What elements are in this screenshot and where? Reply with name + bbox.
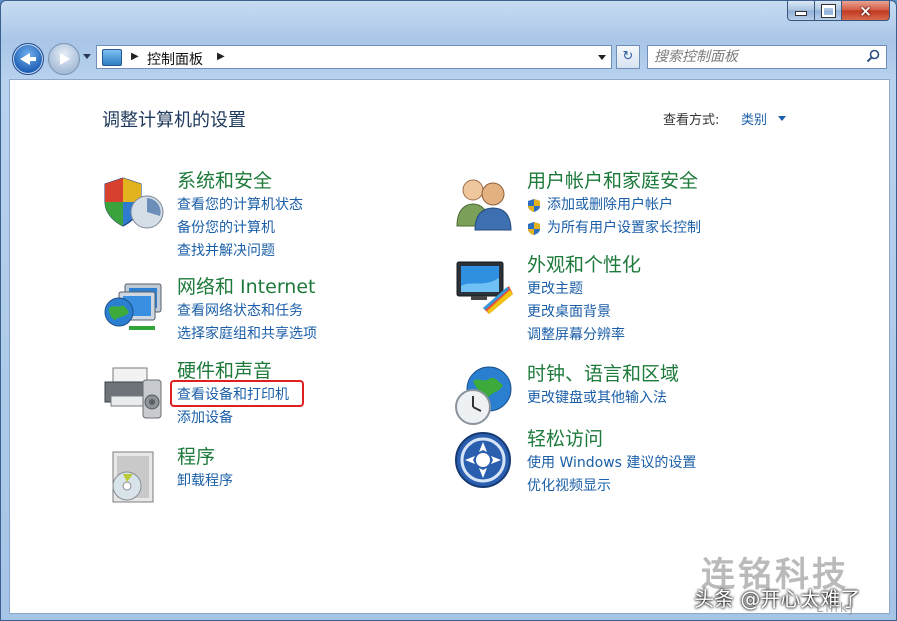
- link-add-device[interactable]: 添加设备: [177, 407, 289, 430]
- minimize-icon: [795, 11, 807, 16]
- address-bar[interactable]: ▶ 控制面板 ▶: [96, 45, 612, 69]
- link-windows-recommended[interactable]: 使用 Windows 建议的设置: [527, 452, 696, 475]
- control-panel-window: × ▶ 控制面板 ▶ ↻ 调整计算机的设置 查看方式: 类别: [0, 0, 897, 621]
- link-change-theme[interactable]: 更改主题: [527, 278, 625, 301]
- red-highlight-box: [170, 380, 304, 407]
- link-view-computer-status[interactable]: 查看您的计算机状态: [177, 194, 303, 217]
- recent-pages-dropdown[interactable]: [83, 54, 91, 59]
- uac-shield-icon: [528, 222, 540, 235]
- breadcrumb-chevron-icon[interactable]: ▶: [217, 51, 225, 62]
- shield-icon[interactable]: [103, 172, 165, 234]
- link-text[interactable]: 为所有用户设置家长控制: [547, 220, 701, 236]
- control-panel-icon: [102, 49, 122, 66]
- category-title-user-accounts[interactable]: 用户帐户和家庭安全: [527, 166, 698, 193]
- search-input[interactable]: [654, 48, 854, 66]
- close-button[interactable]: ×: [842, 1, 890, 21]
- watermark-logo-text: Lmkj: [816, 601, 856, 616]
- link-text[interactable]: 添加或删除用户帐户: [547, 197, 673, 213]
- minimize-button[interactable]: [787, 1, 815, 21]
- link-adjust-resolution[interactable]: 调整屏幕分辨率: [527, 324, 625, 347]
- link-uninstall-program[interactable]: 卸载程序: [177, 470, 233, 493]
- main-content: 调整计算机的设置 查看方式: 类别 系统和安全 查看您的计算机状态 备份您的计算…: [9, 79, 890, 614]
- category-title-hardware-sound[interactable]: 硬件和声音: [177, 356, 272, 383]
- monitor-palette-icon[interactable]: [453, 256, 515, 318]
- navigation-bar: ▶ 控制面板 ▶ ↻: [1, 37, 896, 79]
- users-icon[interactable]: [453, 172, 515, 234]
- maximize-icon: [820, 3, 836, 18]
- link-change-keyboard[interactable]: 更改键盘或其他输入法: [527, 387, 667, 410]
- breadcrumb-control-panel[interactable]: 控制面板: [147, 49, 203, 69]
- link-view-network-status[interactable]: 查看网络状态和任务: [177, 300, 317, 323]
- category-links: 查看您的计算机状态 备份您的计算机 查找并解决问题: [177, 194, 303, 263]
- link-change-background[interactable]: 更改桌面背景: [527, 301, 625, 324]
- search-icon[interactable]: [866, 49, 880, 63]
- network-globe-icon[interactable]: [103, 278, 165, 340]
- view-by-dropdown[interactable]: 类别: [741, 109, 767, 128]
- search-box[interactable]: [647, 45, 887, 69]
- link-parental-controls[interactable]: 为所有用户设置家长控制: [527, 217, 701, 240]
- category-links: 添加或删除用户帐户 为所有用户设置家长控制: [527, 194, 701, 240]
- close-icon: ×: [859, 1, 872, 20]
- link-optimize-display[interactable]: 优化视频显示: [527, 475, 696, 498]
- category-links: 卸载程序: [177, 470, 233, 493]
- link-find-fix-problems[interactable]: 查找并解决问题: [177, 240, 303, 263]
- caption-buttons: ×: [787, 1, 890, 21]
- page-title: 调整计算机的设置: [102, 110, 246, 131]
- back-button[interactable]: [12, 43, 44, 75]
- category-title-system-security[interactable]: 系统和安全: [177, 166, 272, 193]
- category-links: 查看网络状态和任务 选择家庭组和共享选项: [177, 300, 317, 346]
- link-add-remove-accounts[interactable]: 添加或删除用户帐户: [527, 194, 701, 217]
- category-title-programs[interactable]: 程序: [177, 442, 215, 469]
- category-title-ease-of-access[interactable]: 轻松访问: [527, 424, 603, 451]
- category-links: 使用 Windows 建议的设置 优化视频显示: [527, 452, 696, 498]
- address-dropdown-icon[interactable]: [598, 55, 606, 60]
- category-links: 更改键盘或其他输入法: [527, 387, 667, 410]
- category-title-clock-language-region[interactable]: 时钟、语言和区域: [527, 359, 679, 386]
- category-title-network-internet[interactable]: 网络和 Internet: [177, 272, 315, 299]
- ease-of-access-icon[interactable]: [453, 430, 515, 492]
- view-by-label: 查看方式:: [663, 113, 720, 128]
- forward-button[interactable]: [48, 43, 80, 75]
- category-title-appearance[interactable]: 外观和个性化: [527, 250, 641, 277]
- refresh-button[interactable]: ↻: [616, 45, 640, 69]
- link-homegroup-sharing[interactable]: 选择家庭组和共享选项: [177, 323, 317, 346]
- uac-shield-icon: [528, 199, 540, 212]
- chevron-down-icon[interactable]: [778, 116, 786, 121]
- maximize-button[interactable]: [815, 1, 842, 21]
- category-links: 更改主题 更改桌面背景 调整屏幕分辨率: [527, 278, 625, 347]
- globe-clock-icon[interactable]: [453, 365, 515, 427]
- link-backup-computer[interactable]: 备份您的计算机: [177, 217, 303, 240]
- programs-icon[interactable]: [103, 448, 165, 510]
- forward-arrow-icon: [60, 53, 70, 65]
- breadcrumb-chevron-icon[interactable]: ▶: [131, 51, 139, 62]
- back-arrow-icon: [20, 53, 36, 65]
- printer-speaker-icon[interactable]: [103, 362, 165, 424]
